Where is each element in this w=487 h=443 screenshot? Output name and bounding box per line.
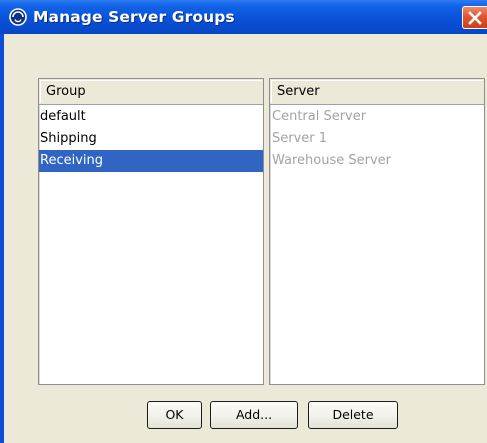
app-logo-icon — [9, 8, 27, 26]
manage-server-groups-dialog: Manage Server Groups Group default Shipp… — [0, 0, 487, 443]
server-list[interactable]: Server Central Server Server 1 Warehouse… — [269, 78, 485, 385]
content-panel: Group default Shipping Receiving Server … — [14, 44, 487, 443]
delete-button[interactable]: Delete — [308, 401, 398, 429]
server-column-header[interactable]: Server — [270, 79, 484, 105]
list-item-group[interactable]: default — [39, 106, 263, 128]
close-button[interactable] — [462, 6, 487, 29]
title-bar[interactable]: Manage Server Groups — [0, 0, 487, 34]
add-button[interactable]: Add... — [210, 401, 298, 429]
group-list[interactable]: Group default Shipping Receiving — [38, 78, 264, 385]
list-item-server[interactable]: Server 1 — [270, 128, 484, 150]
dialog-body: Group default Shipping Receiving Server … — [4, 34, 487, 443]
list-item-server[interactable]: Central Server — [270, 106, 484, 128]
group-items: default Shipping Receiving — [39, 106, 263, 172]
dialog-title: Manage Server Groups — [33, 8, 235, 26]
server-header-label: Server — [271, 80, 483, 103]
close-icon — [468, 11, 482, 25]
list-item-server[interactable]: Warehouse Server — [270, 150, 484, 172]
server-items: Central Server Server 1 Warehouse Server — [270, 106, 484, 172]
list-item-group[interactable]: Shipping — [39, 128, 263, 150]
group-column-header[interactable]: Group — [39, 79, 263, 105]
list-item-group-selected[interactable]: Receiving — [39, 150, 263, 172]
group-header-label: Group — [40, 80, 262, 103]
ok-button[interactable]: OK — [147, 401, 202, 429]
